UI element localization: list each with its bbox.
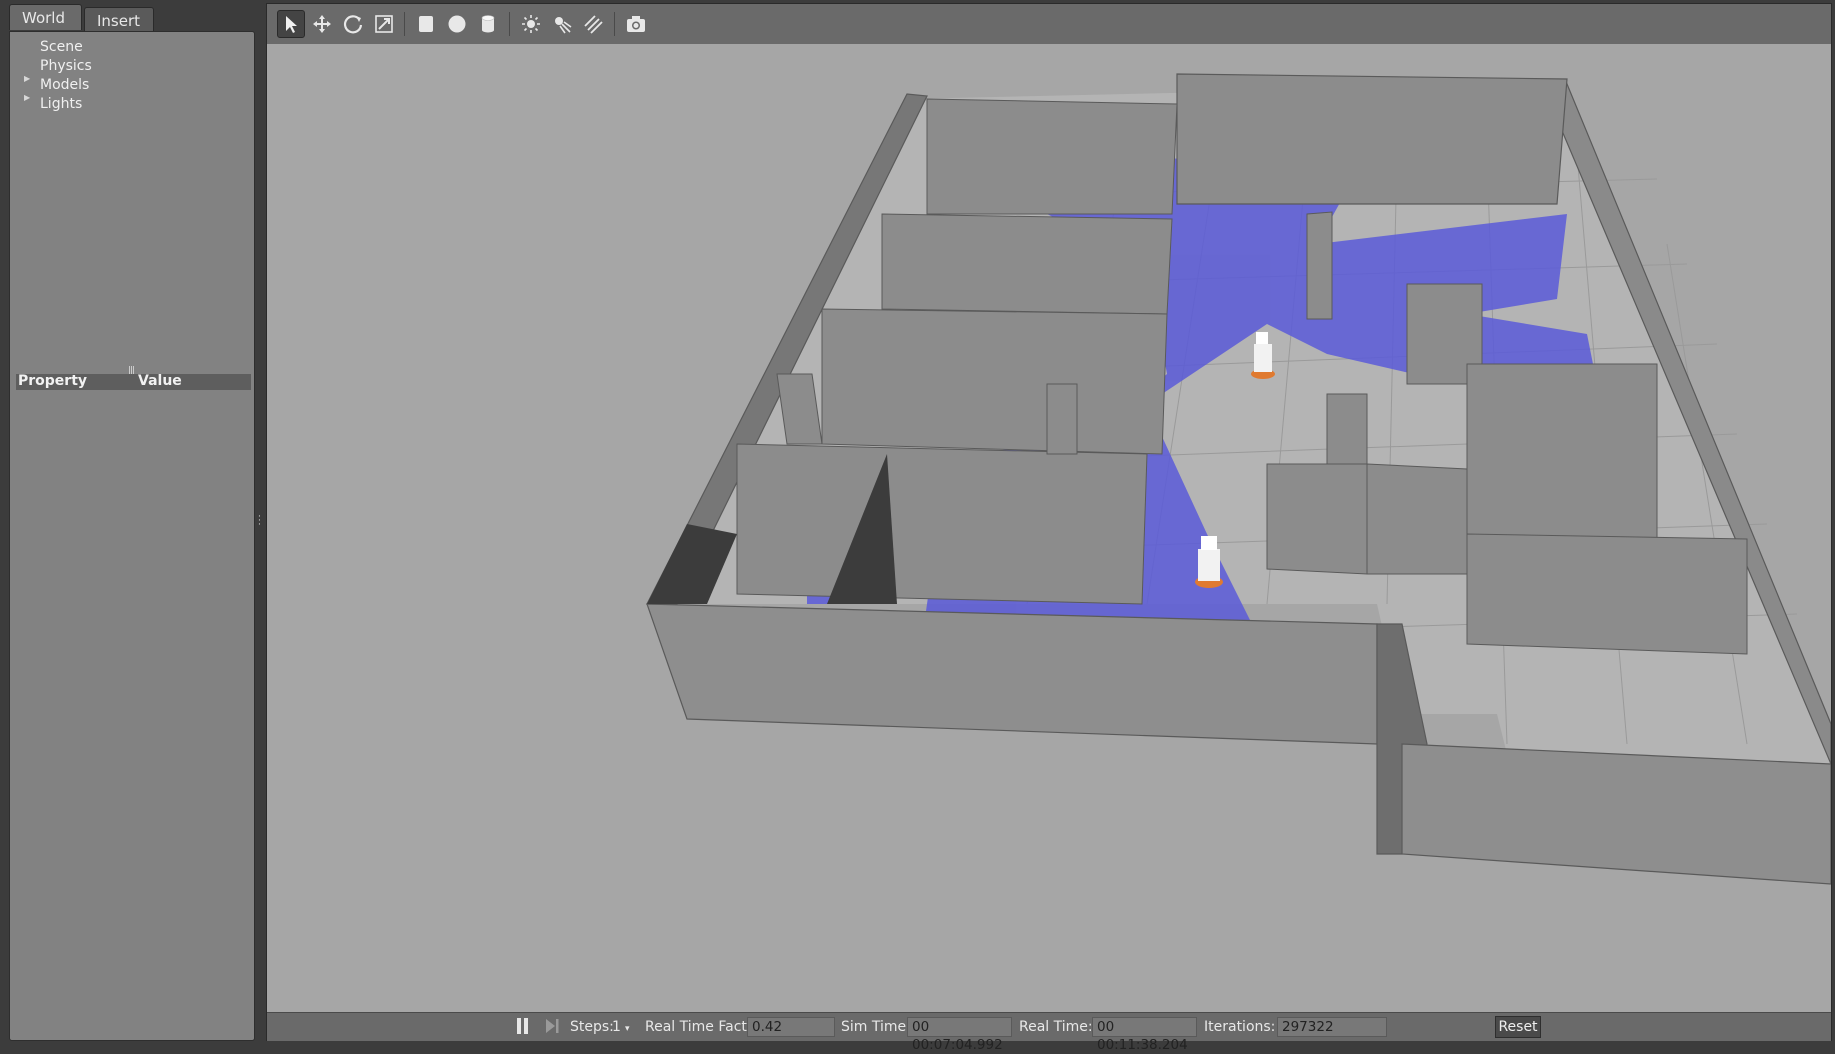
left-tabbar: World Insert bbox=[5, 4, 255, 32]
toolbar-separator bbox=[614, 12, 615, 36]
insert-spot-light-button[interactable] bbox=[548, 10, 576, 38]
tree-item-scene[interactable]: Scene bbox=[40, 39, 83, 55]
property-table-header: Property Value bbox=[16, 373, 251, 390]
expand-arrow-icon[interactable]: ▶ bbox=[24, 74, 30, 83]
scene-render bbox=[267, 44, 1831, 1012]
screenshot-button[interactable] bbox=[622, 10, 650, 38]
directional-light-icon bbox=[584, 15, 603, 34]
iterations-label: Iterations: bbox=[1204, 1019, 1276, 1035]
tree-item-physics[interactable]: Physics bbox=[40, 58, 92, 74]
insert-sphere-button[interactable] bbox=[443, 10, 471, 38]
left-panel: World Insert Scene Physics ▶ Models ▶ Li… bbox=[5, 0, 255, 1041]
real-time-factor-field: 0.42 bbox=[747, 1017, 835, 1037]
main-area: Steps: 1 ▾ Real Time Factor: 0.42 Sim Ti… bbox=[266, 3, 1832, 1053]
step-forward-icon bbox=[546, 1019, 559, 1033]
translate-icon bbox=[313, 15, 331, 33]
tab-insert[interactable]: Insert bbox=[84, 7, 154, 31]
pause-button[interactable] bbox=[515, 1016, 531, 1040]
pause-icon bbox=[517, 1018, 528, 1034]
scale-mode-button[interactable] bbox=[370, 10, 398, 38]
translate-mode-button[interactable] bbox=[308, 10, 336, 38]
point-light-icon bbox=[522, 15, 540, 33]
insert-point-light-button[interactable] bbox=[517, 10, 545, 38]
steps-label: Steps: bbox=[570, 1019, 614, 1035]
select-arrow-icon bbox=[286, 16, 297, 33]
world-tree-panel: Scene Physics ▶ Models ▶ Lights ||| Prop… bbox=[9, 31, 255, 1041]
tree-item-models[interactable]: Models bbox=[40, 77, 89, 93]
toolbar-separator bbox=[509, 12, 510, 36]
expand-arrow-icon[interactable]: ▶ bbox=[24, 93, 30, 102]
cylinder-icon bbox=[481, 15, 495, 33]
toolbar bbox=[267, 4, 1831, 45]
step-button[interactable] bbox=[543, 1016, 561, 1040]
steps-dropdown-icon[interactable]: ▾ bbox=[625, 1024, 630, 1034]
camera-icon bbox=[627, 16, 645, 32]
insert-directional-light-button[interactable] bbox=[579, 10, 607, 38]
reset-button[interactable]: Reset bbox=[1495, 1016, 1541, 1038]
sphere-icon bbox=[448, 15, 466, 33]
sim-time-field: 00 00:07:04.992 bbox=[907, 1017, 1012, 1053]
sim-time-label: Sim Time: bbox=[841, 1019, 911, 1035]
column-header-value: Value bbox=[138, 373, 182, 389]
box-icon bbox=[419, 16, 433, 32]
toolbar-separator bbox=[404, 12, 405, 36]
insert-box-button[interactable] bbox=[412, 10, 440, 38]
scale-icon bbox=[375, 15, 393, 33]
tab-world[interactable]: World bbox=[9, 4, 82, 30]
rotate-icon bbox=[343, 15, 363, 34]
column-header-property: Property bbox=[18, 373, 88, 389]
real-time-label: Real Time: bbox=[1019, 1019, 1093, 1035]
insert-cylinder-button[interactable] bbox=[474, 10, 502, 38]
steps-value[interactable]: 1 bbox=[612, 1019, 621, 1035]
rotate-mode-button[interactable] bbox=[339, 10, 367, 38]
status-bar: Steps: 1 ▾ Real Time Factor: 0.42 Sim Ti… bbox=[267, 1012, 1831, 1053]
spot-light-icon bbox=[555, 17, 572, 34]
tree-item-lights[interactable]: Lights bbox=[40, 96, 82, 112]
splitter-handle-icon[interactable]: · · · bbox=[258, 513, 261, 530]
real-time-field: 00 00:11:38.204 bbox=[1092, 1017, 1197, 1053]
select-mode-button[interactable] bbox=[277, 10, 305, 38]
iterations-field: 297322 bbox=[1277, 1017, 1387, 1037]
3d-viewport[interactable] bbox=[267, 44, 1831, 1012]
